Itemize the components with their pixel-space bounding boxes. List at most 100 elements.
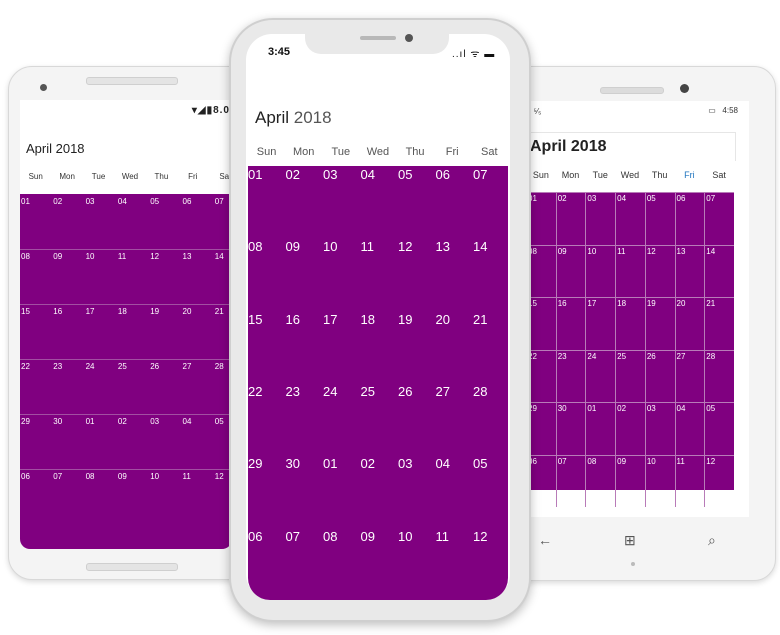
android-month-view[interactable]: 01 02 03 04 05 06 07 08 09 10 11 12 13 14 15 16 17 18 19 20… <box>20 194 232 549</box>
day-number[interactable]: 28 <box>215 362 224 371</box>
day-number[interactable]: 24 <box>587 352 596 361</box>
day-number[interactable]: 05 <box>706 404 715 413</box>
day-number[interactable]: 21 <box>706 299 715 308</box>
iphone-month-title[interactable]: April 2018 <box>255 108 332 128</box>
day-number[interactable]: 26 <box>150 362 159 371</box>
day-number[interactable]: 16 <box>286 312 300 327</box>
day-number[interactable]: 11 <box>677 457 685 466</box>
day-number[interactable]: 01 <box>587 404 596 413</box>
day-number[interactable]: 08 <box>248 239 262 254</box>
day-number[interactable]: 18 <box>617 299 626 308</box>
day-number[interactable]: 02 <box>53 197 62 206</box>
day-number[interactable]: 12 <box>215 472 224 481</box>
day-number[interactable]: 08 <box>587 457 596 466</box>
day-number[interactable]: 02 <box>558 194 567 203</box>
day-number[interactable]: 20 <box>677 299 686 308</box>
day-number[interactable]: 22 <box>21 362 30 371</box>
day-number[interactable]: 09 <box>286 239 300 254</box>
day-number[interactable]: 27 <box>183 362 192 371</box>
day-number[interactable]: 17 <box>587 299 596 308</box>
day-number[interactable]: 23 <box>558 352 567 361</box>
day-number[interactable]: 11 <box>361 239 375 254</box>
day-number[interactable]: 08 <box>323 529 337 544</box>
day-number[interactable]: 05 <box>398 167 412 182</box>
day-number[interactable]: 04 <box>361 167 375 182</box>
day-number[interactable]: 20 <box>436 312 450 327</box>
day-number[interactable]: 25 <box>361 384 375 399</box>
windows-home-icon[interactable]: ⊞ <box>624 532 636 549</box>
day-number[interactable]: 15 <box>248 312 262 327</box>
day-number[interactable]: 03 <box>647 404 656 413</box>
day-number[interactable]: 06 <box>436 167 450 182</box>
day-number[interactable]: 14 <box>473 239 487 254</box>
day-number[interactable]: 13 <box>677 247 686 256</box>
day-number[interactable]: 08 <box>21 252 30 261</box>
day-number[interactable]: 01 <box>323 456 337 471</box>
day-number[interactable]: 21 <box>473 312 487 327</box>
day-number[interactable]: 12 <box>706 457 715 466</box>
day-number[interactable]: 13 <box>436 239 450 254</box>
day-number[interactable]: 20 <box>183 307 192 316</box>
day-number[interactable]: 06 <box>183 197 192 206</box>
day-number[interactable]: 03 <box>323 167 337 182</box>
day-number[interactable]: 04 <box>617 194 626 203</box>
day-number[interactable]: 06 <box>21 472 30 481</box>
day-number[interactable]: 05 <box>150 197 159 206</box>
day-number[interactable]: 02 <box>118 417 127 426</box>
day-number[interactable]: 26 <box>647 352 656 361</box>
day-number[interactable]: 07 <box>215 197 224 206</box>
day-number[interactable]: 16 <box>558 299 567 308</box>
iphone-month-view[interactable]: 01 02 03 04 05 06 07 08 09 10 11 12 13 14 15 16 17 18 19 20… <box>248 166 508 600</box>
day-number[interactable]: 19 <box>647 299 656 308</box>
day-number[interactable]: 04 <box>118 197 127 206</box>
day-number[interactable]: 12 <box>473 529 487 544</box>
day-number[interactable]: 08 <box>86 472 95 481</box>
day-number[interactable]: 14 <box>706 247 715 256</box>
day-number[interactable]: 19 <box>150 307 159 316</box>
day-number[interactable]: 19 <box>398 312 412 327</box>
day-number[interactable]: 06 <box>248 529 262 544</box>
day-number[interactable]: 05 <box>215 417 224 426</box>
day-number[interactable]: 10 <box>150 472 159 481</box>
day-number[interactable]: 07 <box>53 472 62 481</box>
day-number[interactable]: 29 <box>21 417 30 426</box>
day-number[interactable]: 02 <box>361 456 375 471</box>
day-number[interactable]: 01 <box>248 167 262 182</box>
day-number[interactable]: 07 <box>286 529 300 544</box>
day-number[interactable]: 07 <box>473 167 487 182</box>
day-number[interactable]: 11 <box>118 252 126 261</box>
day-number[interactable]: 11 <box>617 247 625 256</box>
day-number[interactable]: 03 <box>398 456 412 471</box>
day-number[interactable]: 17 <box>86 307 95 316</box>
day-number[interactable]: 28 <box>706 352 715 361</box>
day-number[interactable]: 12 <box>647 247 656 256</box>
day-number[interactable]: 24 <box>86 362 95 371</box>
search-icon[interactable]: ⌕ <box>708 532 716 549</box>
day-number[interactable]: 27 <box>677 352 686 361</box>
day-number[interactable]: 12 <box>150 252 159 261</box>
day-number[interactable]: 17 <box>323 312 337 327</box>
day-number[interactable]: 12 <box>398 239 412 254</box>
day-number[interactable]: 11 <box>436 529 450 544</box>
day-number[interactable]: 03 <box>587 194 596 203</box>
day-number[interactable]: 16 <box>53 307 62 316</box>
windows-month-view[interactable]: 01 02 03 04 05 06 07 08 09 10 11 12 13 14 15 16 17 18 19 20… <box>526 192 734 507</box>
back-arrow-icon[interactable]: ← <box>538 532 552 548</box>
day-number[interactable]: 14 <box>215 252 224 261</box>
day-number[interactable]: 30 <box>53 417 62 426</box>
android-month-title[interactable]: April 2018 <box>26 141 85 156</box>
day-number[interactable]: 10 <box>323 239 337 254</box>
day-number[interactable]: 21 <box>215 307 224 316</box>
day-number[interactable]: 10 <box>647 457 656 466</box>
day-number[interactable]: 07 <box>706 194 715 203</box>
day-number[interactable]: 18 <box>361 312 375 327</box>
day-number[interactable]: 25 <box>118 362 127 371</box>
day-number[interactable]: 03 <box>86 197 95 206</box>
day-number[interactable]: 10 <box>398 529 412 544</box>
day-number[interactable]: 15 <box>21 307 30 316</box>
day-number[interactable]: 09 <box>558 247 567 256</box>
day-number[interactable]: 05 <box>647 194 656 203</box>
day-number[interactable]: 09 <box>53 252 62 261</box>
day-number[interactable]: 30 <box>286 456 300 471</box>
day-number[interactable]: 03 <box>150 417 159 426</box>
